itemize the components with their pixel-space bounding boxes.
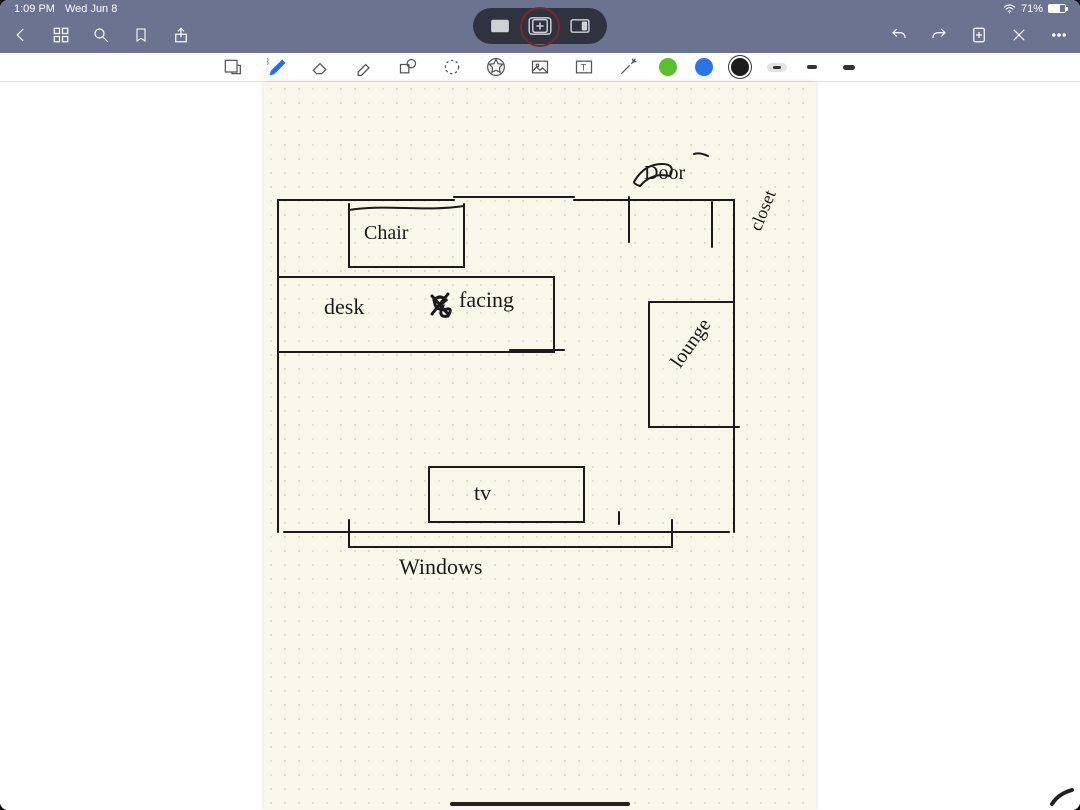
label-facing: facing (459, 287, 514, 313)
bookmark-button[interactable] (132, 26, 150, 44)
color-green[interactable] (659, 58, 677, 76)
thumbnails-button[interactable] (52, 26, 70, 44)
color-blue[interactable] (695, 58, 713, 76)
label-door: Door (644, 162, 685, 185)
multitasking-pill (473, 8, 607, 44)
quick-note-corner-icon[interactable] (1048, 788, 1074, 806)
eraser-tool[interactable] (307, 56, 333, 78)
stroke-size-3[interactable] (837, 62, 861, 73)
battery-percent: 71% (1021, 3, 1043, 15)
fullscreen-button[interactable] (487, 15, 513, 37)
highlighter-tool[interactable] (351, 56, 377, 78)
slideover-button[interactable] (567, 15, 593, 37)
zoom-tool[interactable] (219, 56, 245, 78)
label-windows: Windows (399, 554, 482, 580)
more-button[interactable] (1050, 26, 1068, 44)
wifi-icon (1003, 4, 1016, 14)
color-black[interactable] (731, 58, 749, 76)
add-page-button[interactable] (970, 26, 988, 44)
search-button[interactable] (92, 26, 110, 44)
drawing-toolbar: ᛒ T (0, 53, 1080, 82)
text-tool[interactable]: T (571, 56, 597, 78)
label-chair: Chair (364, 222, 408, 245)
status-date: Wed Jun 8 (65, 3, 117, 15)
share-button[interactable] (172, 26, 190, 44)
note-page[interactable]: Door closet Chair desk facing lounge tv … (264, 82, 816, 810)
sketch-strokes (264, 82, 816, 810)
battery-icon (1048, 4, 1066, 13)
pen-tool[interactable]: ᛒ (263, 56, 289, 78)
svg-text:T: T (581, 62, 587, 72)
lasso-tool[interactable] (439, 56, 465, 78)
label-desk: desk (324, 294, 364, 320)
back-button[interactable] (12, 26, 30, 44)
bluetooth-icon: ᛒ (266, 57, 271, 66)
home-indicator[interactable] (450, 802, 630, 806)
image-tool[interactable] (527, 56, 553, 78)
label-tv: tv (474, 480, 491, 506)
favorites-tool[interactable] (483, 56, 509, 78)
stroke-size-2[interactable] (801, 62, 823, 72)
shape-tool[interactable] (395, 56, 421, 78)
redo-button[interactable] (930, 26, 948, 44)
status-time: 1:09 PM (14, 3, 55, 15)
canvas-area[interactable]: Door closet Chair desk facing lounge tv … (0, 82, 1080, 810)
stroke-size-1[interactable] (767, 63, 787, 72)
laser-tool[interactable] (615, 56, 641, 78)
close-button[interactable] (1010, 26, 1028, 44)
undo-button[interactable] (890, 26, 908, 44)
splitview-add-button[interactable] (527, 15, 553, 37)
